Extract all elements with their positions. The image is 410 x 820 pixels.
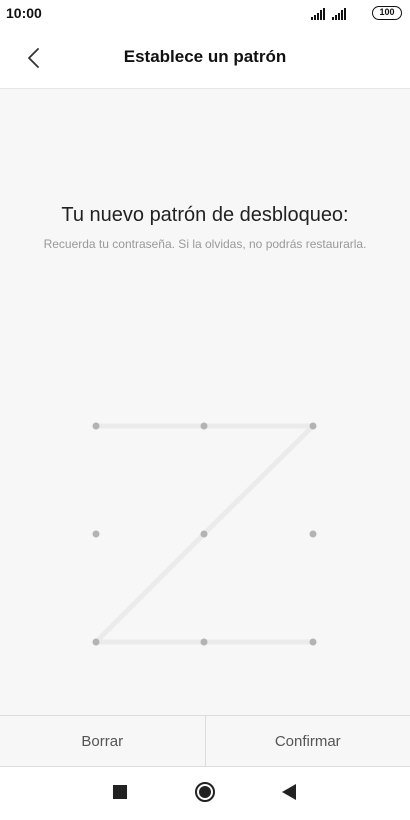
navigation-bar xyxy=(0,767,410,820)
pattern-dot-1 xyxy=(92,422,100,430)
pattern-dot-9 xyxy=(309,638,317,646)
pattern-grid[interactable] xyxy=(0,89,410,715)
home-button[interactable] xyxy=(192,781,218,807)
header: Establece un patrón xyxy=(0,28,410,89)
status-bar: 10:00 100 xyxy=(0,0,410,28)
confirm-button[interactable]: Confirmar xyxy=(206,716,410,766)
pattern-dot-5 xyxy=(200,530,208,538)
battery-icon: 100 xyxy=(372,6,402,20)
pattern-dot-7 xyxy=(92,638,100,646)
pattern-dot-4 xyxy=(92,530,100,538)
signal-icon-2 xyxy=(332,8,348,20)
square-icon xyxy=(113,784,127,804)
recents-button[interactable] xyxy=(107,781,133,807)
page-title: Establece un patrón xyxy=(123,47,287,66)
clear-button[interactable]: Borrar xyxy=(0,716,205,766)
status-time: 10:00 xyxy=(6,5,42,21)
pattern-dot-8 xyxy=(200,638,208,646)
signal-icon xyxy=(311,8,327,20)
action-bar: Borrar Confirmar xyxy=(0,715,410,767)
pattern-dot-6 xyxy=(309,530,317,538)
triangle-back-icon xyxy=(282,783,296,805)
circle-icon xyxy=(194,781,216,808)
main-content: Tu nuevo patrón de desbloqueo: Recuerda … xyxy=(0,89,410,715)
pattern-dot-3 xyxy=(309,422,317,430)
pattern-dot-2 xyxy=(200,422,208,430)
nav-back-button[interactable] xyxy=(276,781,302,807)
